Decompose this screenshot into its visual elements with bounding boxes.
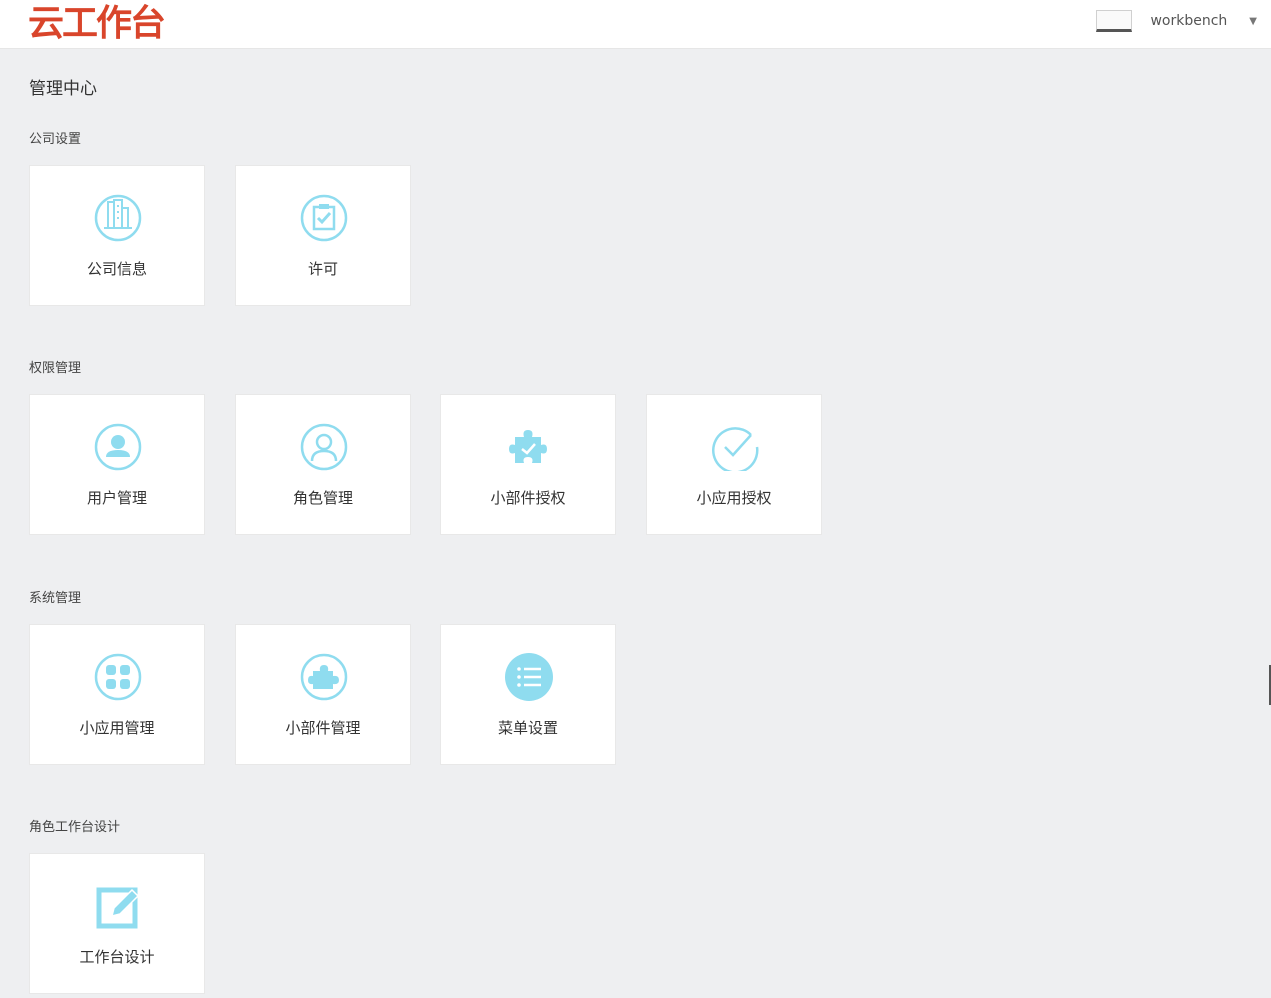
card-role-management[interactable]: 角色管理 bbox=[235, 394, 411, 535]
card-miniapp-management[interactable]: 小应用管理 bbox=[29, 624, 205, 765]
card-label: 公司信息 bbox=[86, 260, 147, 278]
card-menu-settings[interactable]: 菜单设置 bbox=[440, 624, 616, 765]
card-label: 菜单设置 bbox=[497, 719, 558, 737]
chevron-down-icon[interactable]: ▼ bbox=[1249, 16, 1257, 27]
section-title-system: 系统管理 bbox=[29, 591, 82, 606]
section-title-permissions: 权限管理 bbox=[29, 361, 82, 376]
card-miniapp-authorization[interactable]: 小应用授权 bbox=[646, 394, 822, 535]
section-title-company: 公司设置 bbox=[29, 132, 82, 147]
card-label: 小部件管理 bbox=[285, 719, 361, 737]
card-workbench-design[interactable]: 工作台设计 bbox=[29, 853, 205, 994]
check-circle-icon bbox=[712, 427, 759, 471]
card-label: 许可 bbox=[307, 260, 338, 278]
card-label: 角色管理 bbox=[292, 489, 353, 507]
card-label: 小部件授权 bbox=[490, 489, 566, 507]
edit-icon bbox=[96, 887, 140, 929]
username[interactable]: workbench bbox=[1150, 13, 1227, 29]
page-title: 管理中心 bbox=[29, 79, 97, 99]
user-menu[interactable]: workbench ▼ bbox=[1096, 9, 1257, 33]
card-license[interactable]: 许可 bbox=[235, 165, 411, 306]
user-filled-icon bbox=[94, 423, 142, 471]
clipboard-check-icon bbox=[300, 194, 348, 242]
puzzle-check-icon bbox=[509, 430, 547, 463]
card-label: 小应用管理 bbox=[79, 719, 155, 737]
grid-icon bbox=[94, 653, 142, 701]
card-label: 用户管理 bbox=[86, 489, 147, 507]
card-label: 工作台设计 bbox=[79, 948, 155, 966]
puzzle-icon bbox=[300, 653, 348, 701]
card-user-management[interactable]: 用户管理 bbox=[29, 394, 205, 535]
building-icon bbox=[94, 194, 142, 242]
card-widget-management[interactable]: 小部件管理 bbox=[235, 624, 411, 765]
card-company-info[interactable]: 公司信息 bbox=[29, 165, 205, 306]
user-outline-icon bbox=[300, 423, 348, 471]
card-widget-authorization[interactable]: 小部件授权 bbox=[440, 394, 616, 535]
avatar[interactable] bbox=[1096, 10, 1133, 32]
app-logo[interactable]: 云工作台 bbox=[28, 4, 166, 44]
card-label: 小应用授权 bbox=[696, 489, 772, 507]
top-bar: 云工作台 workbench ▼ bbox=[0, 0, 1271, 49]
list-icon bbox=[505, 653, 553, 701]
section-title-role-workbench: 角色工作台设计 bbox=[29, 820, 121, 835]
